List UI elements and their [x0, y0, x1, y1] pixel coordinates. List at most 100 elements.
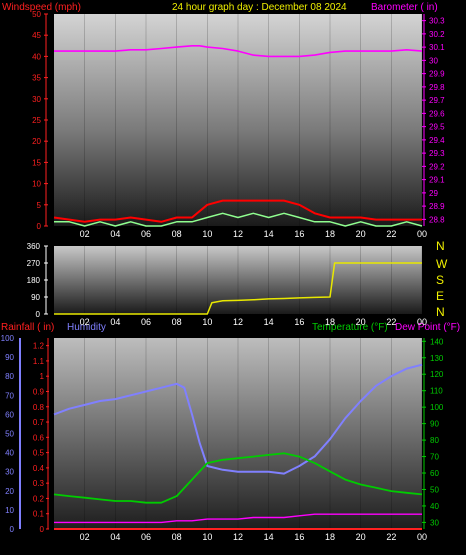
humidity-axis-tick: 80 [5, 372, 14, 381]
rain-axis-tick: 0.5 [33, 449, 45, 458]
x-tick-label: 08 [172, 229, 182, 239]
x-tick-label: 10 [202, 229, 212, 239]
x-tick-label: 02 [80, 229, 90, 239]
x-tick-label: 00 [417, 229, 427, 239]
rain-axis-tick: 0.8 [33, 403, 45, 412]
temp-axis-tick: 140 [430, 337, 444, 346]
x-tick-label: 02 [80, 532, 90, 542]
wind-axis-tick: 40 [32, 52, 41, 61]
x-tick-label: 08 [172, 317, 182, 327]
temp-axis-tick: 90 [430, 420, 439, 429]
temp-axis-tick: 130 [430, 354, 444, 363]
compass-w: W [436, 257, 448, 271]
direction-axis-tick: 90 [31, 293, 40, 302]
windspeed-title: Windspeed (mph) [2, 2, 81, 13]
x-tick-label: 10 [202, 317, 212, 327]
x-tick-label: 20 [356, 317, 366, 327]
baro-axis-tick: 29.8 [429, 83, 445, 92]
rain-axis-tick: 1.2 [33, 342, 45, 351]
temp-axis-tick: 60 [430, 469, 439, 478]
x-tick-label: 18 [325, 229, 335, 239]
humidity-axis-tick: 0 [10, 525, 15, 534]
humidity-axis-tick: 20 [5, 487, 14, 496]
temp-axis-tick: 40 [430, 502, 439, 511]
dewpoint-label: Dew Point (°F) [395, 322, 460, 333]
wind-axis-tick: 25 [32, 116, 41, 125]
weather-graph: Windspeed (mph) 24 hour graph day : Dece… [0, 0, 466, 555]
x-tick-label: 06 [141, 229, 151, 239]
baro-axis-tick: 29.9 [429, 70, 445, 79]
rain-axis-tick: 0 [40, 525, 45, 534]
rain-axis-tick: 0.2 [33, 494, 45, 503]
humidity-axis-tick: 90 [5, 353, 14, 362]
humidity-axis-tick: 60 [5, 410, 14, 419]
x-tick-label: 04 [110, 532, 120, 542]
baro-axis-tick: 30.3 [429, 17, 445, 26]
x-tick-label: 04 [110, 317, 120, 327]
baro-axis-tick: 29.2 [429, 162, 445, 171]
rainfall-label: Rainfall ( in) [1, 322, 54, 333]
wind-axis-tick: 35 [32, 74, 41, 83]
rain-axis-tick: 0.6 [33, 433, 45, 442]
x-tick-label: 04 [110, 229, 120, 239]
temp-axis-tick: 30 [430, 518, 439, 527]
x-tick-label: 22 [386, 229, 396, 239]
x-tick-label: 10 [202, 532, 212, 542]
rain-axis-tick: 0.1 [33, 510, 45, 519]
compass-n-top: N [436, 239, 445, 253]
x-tick-label: 12 [233, 317, 243, 327]
baro-axis-tick: 29.7 [429, 96, 445, 105]
x-tick-label: 12 [233, 229, 243, 239]
compass-s: S [436, 273, 444, 287]
wind-axis-tick: 10 [32, 180, 41, 189]
baro-axis-tick: 30 [429, 56, 438, 65]
temp-axis-tick: 80 [430, 436, 439, 445]
baro-axis-tick: 29.4 [429, 136, 445, 145]
direction-axis-tick: 270 [27, 259, 41, 268]
direction-axis-tick: 360 [27, 242, 41, 251]
temp-axis-tick: 50 [430, 485, 439, 494]
humidity-axis-tick: 30 [5, 468, 14, 477]
x-tick-label: 16 [294, 317, 304, 327]
wind-axis-tick: 0 [37, 222, 42, 231]
humidity-axis-tick: 10 [5, 506, 14, 515]
baro-axis-tick: 28.9 [429, 202, 445, 211]
x-tick-label: 02 [80, 317, 90, 327]
temperature-label: Temperature (°F) [312, 322, 388, 333]
temp-axis-tick: 120 [430, 370, 444, 379]
wind-axis-tick: 30 [32, 95, 41, 104]
x-tick-label: 16 [294, 532, 304, 542]
wind-axis-tick: 45 [32, 31, 41, 40]
direction-axis-tick: 0 [36, 310, 41, 319]
x-tick-label: 18 [325, 532, 335, 542]
compass-n-bottom: N [436, 305, 445, 319]
barometer-title: Barometer ( in) [371, 2, 438, 13]
baro-axis-tick: 28.8 [429, 215, 445, 224]
compass-e: E [436, 289, 444, 303]
humidity-axis-tick: 100 [1, 334, 15, 343]
rain-axis-tick: 0.4 [33, 464, 45, 473]
baro-axis-tick: 30.1 [429, 43, 445, 52]
x-tick-label: 18 [325, 317, 335, 327]
x-tick-label: 14 [264, 317, 274, 327]
rain-axis-tick: 0.3 [33, 479, 45, 488]
x-tick-label: 14 [264, 532, 274, 542]
wind-axis-tick: 5 [37, 201, 42, 210]
temp-axis-tick: 110 [430, 387, 443, 396]
wind-axis-tick: 15 [32, 158, 41, 167]
x-tick-label: 00 [417, 317, 427, 327]
x-tick-label: 22 [386, 317, 396, 327]
x-tick-label: 00 [417, 532, 427, 542]
rain-axis-tick: 0.7 [33, 418, 45, 427]
x-tick-label: 16 [294, 229, 304, 239]
humidity-axis-tick: 70 [5, 391, 14, 400]
x-tick-label: 12 [233, 532, 243, 542]
graph-title: 24 hour graph day : December 08 2024 [172, 2, 347, 13]
rain-axis-tick: 1 [40, 372, 45, 381]
x-tick-label: 20 [356, 532, 366, 542]
x-tick-label: 08 [172, 532, 182, 542]
temp-axis-tick: 100 [430, 403, 444, 412]
baro-axis-tick: 29.3 [429, 149, 445, 158]
baro-axis-tick: 29.5 [429, 123, 445, 132]
x-tick-label: 06 [141, 317, 151, 327]
